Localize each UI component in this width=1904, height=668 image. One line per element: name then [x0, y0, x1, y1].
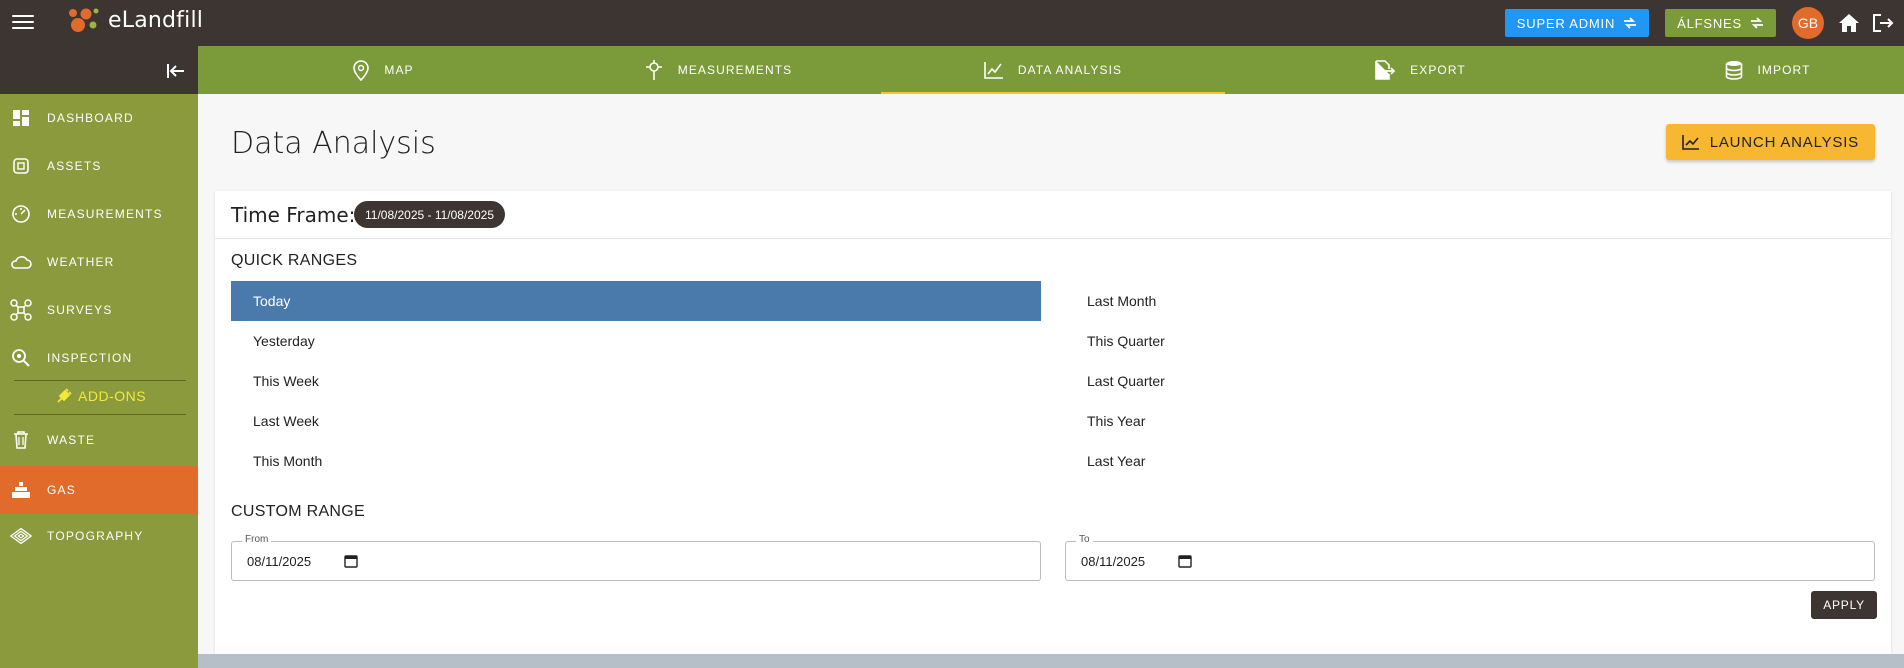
top-bar: eLandfill SUPER ADMIN ÁLFSNES GB — [0, 0, 1904, 46]
sidebar-item-weather[interactable]: WEATHER — [0, 238, 198, 286]
avatar[interactable]: GB — [1792, 7, 1824, 39]
quick-ranges-left-list: Today Yesterday This Week Last Week This… — [231, 281, 1041, 481]
addons-section-title: ADD-ONS — [56, 388, 146, 404]
sidebar-item-label: WEATHER — [47, 255, 115, 269]
sidebar-item-label: TOPOGRAPHY — [47, 529, 144, 543]
dashboard-icon — [9, 106, 33, 130]
divider — [14, 380, 186, 381]
quick-ranges-title: QUICK RANGES — [231, 252, 358, 269]
logo-icon — [69, 8, 99, 32]
custom-range-title: CUSTOM RANGE — [231, 503, 365, 520]
site-label: ÁLFSNES — [1677, 15, 1742, 31]
assets-icon — [9, 154, 33, 178]
calendar-icon[interactable] — [1178, 554, 1192, 568]
sidebar-item-topography[interactable]: TOPOGRAPHY — [0, 512, 198, 560]
time-frame-card: Time Frame: 11/08/2025 - 11/08/2025 QUIC… — [215, 191, 1891, 654]
sidebar-item-waste[interactable]: WASTE — [0, 416, 198, 464]
page-title: Data Analysis — [231, 126, 436, 161]
tab-label: EXPORT — [1410, 63, 1466, 77]
range-item-this-year[interactable]: This Year — [1065, 401, 1875, 441]
to-date-field[interactable]: To 08/11/2025 — [1065, 534, 1875, 581]
sidebar-item-measurements[interactable]: MEASUREMENTS — [0, 190, 198, 238]
tab-label: DATA ANALYSIS — [1017, 63, 1123, 77]
to-value: 08/11/2025 — [1081, 554, 1146, 569]
range-item-last-quarter[interactable]: Last Quarter — [1065, 361, 1875, 401]
tab-data-analysis[interactable]: DATA ANALYSIS — [881, 46, 1225, 94]
sidebar-item-label: GAS — [47, 483, 76, 497]
site-selector-button[interactable]: ÁLFSNES — [1665, 9, 1776, 37]
range-item-this-week[interactable]: This Week — [231, 361, 1041, 401]
tab-label: IMPORT — [1757, 63, 1811, 77]
nav-tabs: MAP MEASUREMENTS DATA ANALYSIS EXPORT IM… — [198, 46, 1904, 94]
range-item-today[interactable]: Today — [231, 281, 1041, 321]
range-item-yesterday[interactable]: Yesterday — [231, 321, 1041, 361]
app-logo[interactable]: eLandfill — [66, 3, 203, 37]
weather-icon — [9, 250, 33, 274]
sidebar-item-gas[interactable]: GAS — [0, 466, 198, 514]
range-item-this-quarter[interactable]: This Quarter — [1065, 321, 1875, 361]
swap-icon — [1624, 17, 1637, 29]
logout-icon[interactable] — [1870, 10, 1896, 36]
export-icon — [1375, 60, 1396, 80]
addons-label: ADD-ONS — [78, 388, 147, 404]
tab-label: MEASUREMENTS — [677, 63, 793, 77]
launch-analysis-label: LAUNCH ANALYSIS — [1709, 133, 1859, 151]
sidebar: DASHBOARD ASSETS MEASUREMENTS WEATHER SU… — [0, 46, 198, 668]
inspection-icon — [9, 346, 33, 370]
home-icon[interactable] — [1836, 10, 1862, 36]
tab-export[interactable]: EXPORT — [1350, 46, 1490, 94]
sidebar-item-label: WASTE — [47, 433, 96, 447]
sidebar-item-label: SURVEYS — [47, 303, 113, 317]
sidebar-item-assets[interactable]: ASSETS — [0, 142, 198, 190]
surveys-icon — [9, 298, 33, 322]
sidebar-item-surveys[interactable]: SURVEYS — [0, 286, 198, 334]
app-name: eLandfill — [108, 7, 204, 33]
sidebar-header — [0, 46, 198, 94]
measurements-icon — [9, 202, 33, 226]
sidebar-item-label: MEASUREMENTS — [47, 207, 163, 221]
chart-line-icon — [984, 62, 1003, 79]
measurements-icon — [645, 60, 662, 80]
divider — [14, 414, 186, 415]
sidebar-item-label: DASHBOARD — [47, 111, 134, 125]
collapse-sidebar-icon[interactable] — [164, 59, 188, 83]
time-frame-chip: 11/08/2025 - 11/08/2025 — [354, 201, 505, 228]
chart-line-icon — [1681, 135, 1699, 150]
calendar-icon[interactable] — [344, 554, 358, 568]
range-item-last-month[interactable]: Last Month — [1065, 281, 1875, 321]
sidebar-item-label: ASSETS — [47, 159, 102, 173]
sidebar-item-inspection[interactable]: INSPECTION — [0, 334, 198, 382]
trash-icon — [9, 428, 33, 452]
quick-ranges-right-list: Last Month This Quarter Last Quarter Thi… — [1065, 281, 1875, 481]
super-admin-label: SUPER ADMIN — [1516, 15, 1616, 31]
gas-icon — [9, 478, 33, 502]
topography-icon — [9, 524, 33, 548]
swap-icon — [1751, 17, 1763, 29]
sidebar-item-label: INSPECTION — [47, 351, 133, 365]
tab-import[interactable]: IMPORT — [1698, 46, 1838, 94]
super-admin-button[interactable]: SUPER ADMIN — [1504, 9, 1650, 37]
from-label: From — [242, 534, 272, 545]
tab-label: MAP — [384, 63, 414, 77]
bottom-bar — [198, 654, 1904, 668]
tab-measurements[interactable]: MEASUREMENTS — [628, 46, 808, 94]
from-date-field[interactable]: From 08/11/2025 — [231, 534, 1041, 581]
tab-map[interactable]: MAP — [308, 46, 458, 94]
launch-analysis-button[interactable]: LAUNCH ANALYSIS — [1665, 124, 1875, 160]
time-frame-row: Time Frame: 11/08/2025 - 11/08/2025 — [215, 191, 1891, 239]
database-icon — [1726, 61, 1743, 80]
range-item-last-week[interactable]: Last Week — [231, 401, 1041, 441]
plugin-icon — [57, 388, 72, 403]
menu-icon[interactable] — [12, 11, 34, 33]
from-value: 08/11/2025 — [247, 554, 312, 569]
map-pin-icon — [353, 60, 370, 81]
range-item-last-year[interactable]: Last Year — [1065, 441, 1875, 481]
range-item-this-month[interactable]: This Month — [231, 441, 1041, 481]
apply-button[interactable]: APPLY — [1811, 591, 1877, 619]
sidebar-item-dashboard[interactable]: DASHBOARD — [0, 94, 198, 142]
time-frame-label: Time Frame: — [231, 203, 356, 227]
to-label: To — [1076, 534, 1093, 545]
main-content: Data Analysis LAUNCH ANALYSIS Time Frame… — [198, 94, 1904, 654]
